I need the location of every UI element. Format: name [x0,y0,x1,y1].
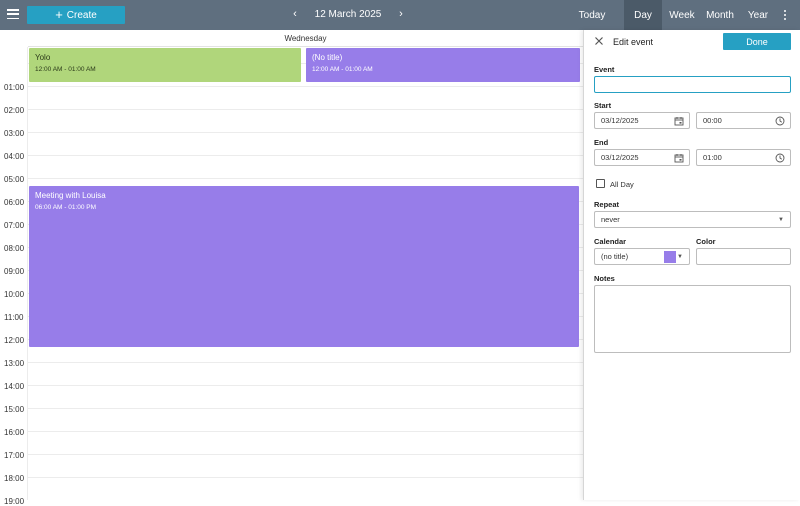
notes-textarea[interactable] [594,285,791,353]
event-title: (No title) [312,53,343,62]
calendar-icon[interactable] [674,153,684,163]
hour-gridline [28,454,583,455]
more-options-icon[interactable] [782,9,788,21]
hour-gridline [28,132,583,133]
hour-label: 07:00 [4,221,25,230]
hour-label: 09:00 [4,267,25,276]
event-label: Event [594,65,615,74]
edit-event-panel [583,30,800,500]
start-time-input[interactable]: 00:00 [696,112,791,129]
hour-label: 12:00 [4,336,25,345]
current-date: 12 March 2025 [314,9,382,20]
notes-label: Notes [594,274,615,283]
chevron-down-icon: ▼ [778,217,784,223]
hour-gridline [28,109,583,110]
event-time: 06:00 AM - 01:00 PM [35,204,97,211]
hour-gridline [28,86,583,87]
end-label: End [594,138,609,147]
event-meeting-with-louisa[interactable]: Meeting with Louisa 06:00 AM - 01:00 PM [29,186,579,347]
hour-gridline [28,155,583,156]
hour-label: 16:00 [4,428,25,437]
next-day-button[interactable]: › [396,8,406,20]
hour-label: 19:00 [4,497,25,506]
day-header: Wednesday [28,30,583,47]
hour-label: 11:00 [4,313,24,322]
view-day-button[interactable]: Day [624,0,662,30]
event-no-title[interactable]: (No title) 12:00 AM - 01:00 AM [306,48,580,82]
hour-label: 05:00 [4,175,25,184]
view-month-button[interactable]: Month [702,0,738,30]
hour-label: 17:00 [4,451,25,460]
start-label: Start [594,101,612,110]
event-time: 12:00 AM - 01:00 AM [312,66,373,73]
event-time: 12:00 AM - 01:00 AM [35,66,96,73]
start-date-input[interactable]: 03/12/2025 [594,112,690,129]
start-time-value: 00:00 [703,116,722,125]
repeat-select[interactable]: never ▼ [594,211,791,228]
hour-gridline [28,408,583,409]
hour-label: 02:00 [4,106,25,115]
color-label: Color [696,237,716,246]
repeat-label: Repeat [594,200,620,209]
hour-label: 10:00 [4,290,25,299]
end-time-value: 01:00 [703,153,722,162]
end-date-value: 03/12/2025 [601,153,639,162]
hour-gridline [28,178,583,179]
hour-label: 13:00 [4,359,25,368]
calendar-label: Calendar [594,237,627,246]
hour-label: 15:00 [4,405,25,414]
view-week-button[interactable]: Week [664,0,700,30]
all-day-checkbox[interactable] [596,179,605,188]
event-title: Meeting with Louisa [35,191,106,200]
hour-gridline [28,431,583,432]
create-button-label: Create [66,9,97,21]
time-column: 01:00 02:00 03:00 04:00 05:00 06:00 07:00 08:00… [0,47,28,506]
end-time-input[interactable]: 01:00 [696,149,791,166]
clock-icon[interactable] [775,116,785,126]
hour-label: 03:00 [4,129,25,138]
hour-label: 01:00 [4,83,25,92]
today-button[interactable]: Today [572,0,612,30]
done-button[interactable]: Done [723,33,791,50]
repeat-value: never [601,215,620,224]
start-date-value: 03/12/2025 [601,116,639,125]
clock-icon[interactable] [775,153,785,163]
calendar-color-swatch [664,251,676,263]
hour-label: 08:00 [4,244,25,253]
hour-gridline [28,362,583,363]
event-title: Yolo [35,53,51,62]
hour-label: 18:00 [4,474,25,483]
all-day-label: All Day [610,180,634,189]
chevron-down-icon: ▼ [677,254,683,260]
event-title-input[interactable] [594,76,791,93]
plus-icon: + [55,6,63,22]
hour-label: 06:00 [4,198,25,207]
hour-gridline [28,477,583,478]
color-input[interactable] [696,248,791,265]
calendar-icon[interactable] [674,116,684,126]
calendar-value: (no title) [601,252,629,261]
hour-gridline [28,385,583,386]
hamburger-menu-icon[interactable] [7,9,19,21]
event-yolo[interactable]: Yolo 12:00 AM - 01:00 AM [29,48,301,82]
hour-label: 14:00 [4,382,25,391]
view-year-button[interactable]: Year [742,0,774,30]
close-icon[interactable] [594,36,604,46]
hour-label: 04:00 [4,152,25,161]
top-bar: + Create ‹ 12 March 2025 › Today Day Wee… [0,0,800,30]
end-date-input[interactable]: 03/12/2025 [594,149,690,166]
panel-title: Edit event [613,37,654,47]
previous-day-button[interactable]: ‹ [290,8,300,20]
create-button[interactable]: + Create [27,6,125,24]
